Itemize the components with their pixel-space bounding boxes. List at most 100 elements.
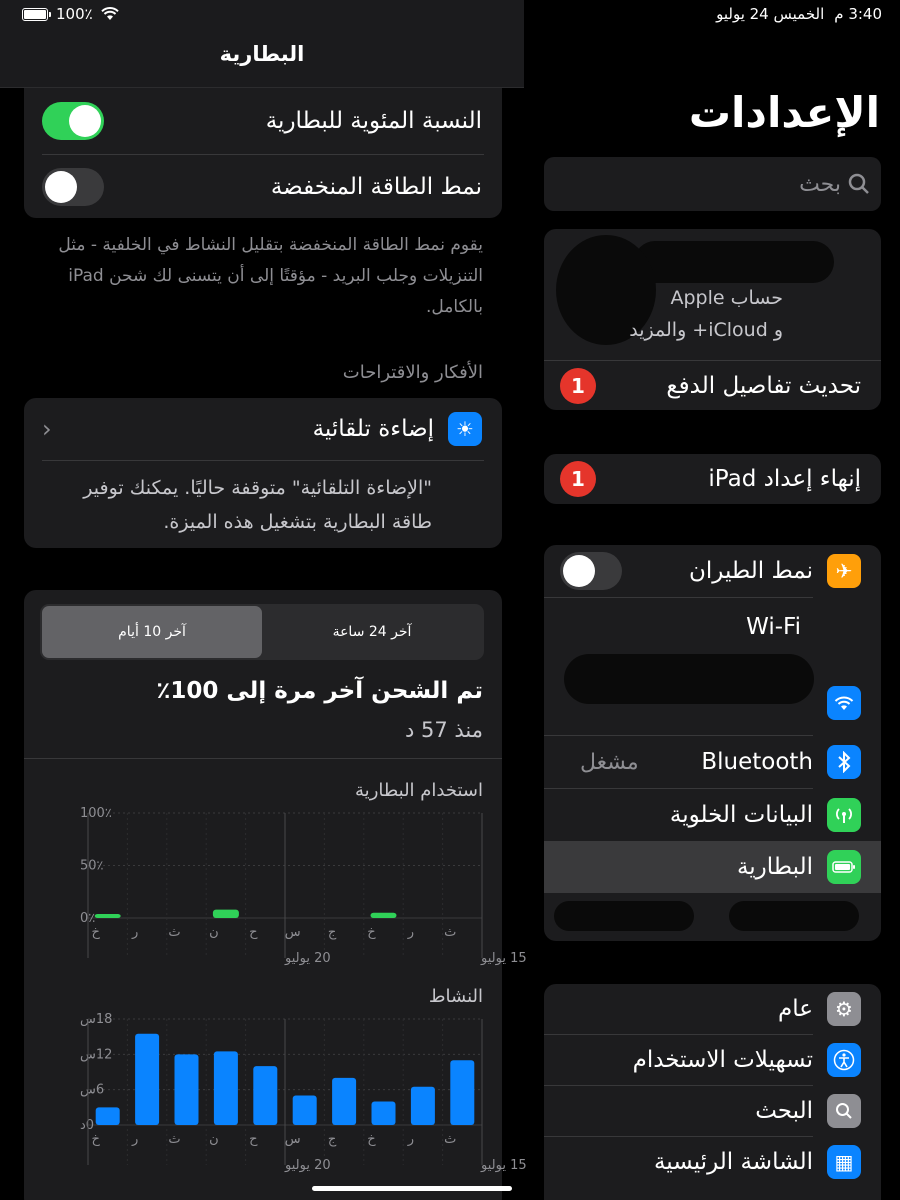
usage-bar <box>94 914 121 918</box>
activity-bar <box>371 1101 396 1125</box>
bluetooth-row[interactable]: Bluetooth مشغل <box>544 736 881 788</box>
accessibility-icon <box>827 1043 861 1077</box>
bluetooth-icon <box>827 745 861 779</box>
activity-y-tick-label: 18س <box>80 1012 112 1027</box>
apple-account-row[interactable]: حساب Apple و iCloud+ والمزيد <box>544 229 881 360</box>
wifi-row[interactable]: Wi-Fi <box>544 598 881 735</box>
usage-bar <box>212 909 239 918</box>
battery-detail-pane: النسبة المئوية للبطارية نمط الطاقة المنخ… <box>0 0 527 1200</box>
activity-y-tick-label: 12س <box>80 1047 112 1062</box>
usage-y-tick-label: 100٪ <box>80 806 112 821</box>
airplane-icon: ✈ <box>827 554 861 588</box>
low-power-toggle[interactable] <box>42 168 104 206</box>
activity-bar <box>253 1066 278 1125</box>
usage-x-tick-label: ر <box>131 925 138 940</box>
usage-x-tick-label: خ <box>91 925 100 940</box>
usage-date-label: 15 يوليو <box>480 951 527 966</box>
wifi-icon <box>827 686 861 720</box>
account-line-1: حساب Apple <box>670 287 783 309</box>
activity-y-tick-label: 6س <box>80 1083 104 1098</box>
low-power-row[interactable]: نمط الطاقة المنخفضة <box>24 155 502 218</box>
battery-percentage-label: النسبة المئوية للبطارية <box>265 108 482 134</box>
chevron-left-icon: ‹ <box>42 415 52 443</box>
update-payment-row[interactable]: تحديث تفاصيل الدفع 1 <box>544 361 881 410</box>
tab-last-10-days[interactable]: آخر 10 أيام <box>42 606 262 658</box>
usage-x-tick-label: س <box>285 925 301 940</box>
wifi-label: Wi-Fi <box>746 614 801 640</box>
search-icon <box>848 173 869 194</box>
activity-chart: 18س12س6س0دخ ر ث ن ح س ج خ ر ث20 يوليو 15 يوليو <box>80 1012 527 1173</box>
home-indicator <box>312 1186 512 1191</box>
redacted-item-right <box>729 901 859 931</box>
accessibility-row[interactable]: تسهيلات الاستخدام <box>544 1035 881 1085</box>
usage-x-tick-label: ج <box>328 925 337 940</box>
activity-bar <box>292 1095 317 1125</box>
cellular-label: البيانات الخلوية <box>669 802 813 828</box>
finish-setup-row[interactable]: إنهاء إعداد iPad 1 <box>544 454 881 504</box>
activity-bar <box>95 1107 120 1125</box>
usage-x-tick-label: ث <box>168 925 180 940</box>
general-group: ⚙ عام تسهيلات الاستخدام البحث ▦ الشاشة ا… <box>544 984 881 1200</box>
status-battery-percent: 100٪ <box>56 5 93 23</box>
activity-bar <box>135 1033 160 1125</box>
connectivity-group: ✈ نمط الطيران Wi-Fi Bluetooth مشغل البيا… <box>544 545 881 941</box>
auto-brightness-row[interactable]: ☀ إضاءة تلقائية ‹ <box>24 398 502 460</box>
activity-x-tick-label: ن <box>209 1132 219 1147</box>
status-battery-icon <box>22 7 51 21</box>
cellular-icon <box>827 798 861 832</box>
insights-header: الأفكار والاقتراحات <box>342 362 483 383</box>
time-range-segmented-control[interactable]: آخر 10 أيام آخر 24 ساعة <box>40 604 484 660</box>
status-time: 3:40 م <box>834 5 882 23</box>
usage-x-tick-label: ث <box>444 925 456 940</box>
bluetooth-label: Bluetooth <box>701 749 813 775</box>
activity-x-tick-label: خ <box>91 1132 100 1147</box>
usage-y-tick-label: 50٪ <box>80 859 104 874</box>
general-label: عام <box>778 996 813 1022</box>
brightness-icon: ☀ <box>448 412 482 446</box>
auto-brightness-note: "الإضاءة التلقائية" متوقفة حاليًا. يمكنك… <box>83 477 432 533</box>
accessibility-label: تسهيلات الاستخدام <box>632 1047 813 1073</box>
battery-icon <box>827 850 861 884</box>
search-settings-label: البحث <box>755 1098 813 1124</box>
search-settings-icon <box>827 1094 861 1128</box>
settings-search-field[interactable]: بحث <box>544 157 881 211</box>
usage-date-label: 20 يوليو <box>284 951 331 966</box>
home-screen-icon: ▦ <box>827 1145 861 1179</box>
activity-x-tick-label: س <box>285 1132 301 1147</box>
usage-x-tick-label: ر <box>407 925 414 940</box>
auto-brightness-label: إضاءة تلقائية <box>312 416 434 442</box>
status-date: الخميس 24 يوليو <box>716 5 825 23</box>
activity-bar <box>450 1060 475 1125</box>
airplane-mode-row[interactable]: ✈ نمط الطيران <box>544 545 881 597</box>
cellular-row[interactable]: البيانات الخلوية <box>544 789 881 841</box>
activity-x-tick-label: ر <box>131 1132 138 1147</box>
usage-x-tick-label: خ <box>367 925 376 940</box>
finish-setup-badge: 1 <box>560 461 596 497</box>
activity-y-tick-label: 0د <box>80 1118 94 1133</box>
usage-x-tick-label: ن <box>209 925 219 940</box>
search-settings-row[interactable]: البحث <box>544 1086 881 1136</box>
battery-row[interactable]: البطارية <box>544 841 881 893</box>
usage-bar <box>370 912 397 918</box>
status-wifi-icon <box>100 7 119 20</box>
low-power-label: نمط الطاقة المنخفضة <box>270 174 482 200</box>
home-screen-row[interactable]: ▦ الشاشة الرئيسية <box>544 1137 881 1187</box>
activity-x-tick-label: ث <box>444 1132 456 1147</box>
finish-setup-label: إنهاء إعداد iPad <box>708 466 861 492</box>
battery-label: البطارية <box>736 854 813 880</box>
airplane-mode-label: نمط الطيران <box>688 558 813 584</box>
last-charged-title: تم الشحن آخر مرة إلى 100٪ <box>156 678 483 704</box>
general-row[interactable]: ⚙ عام <box>544 984 881 1034</box>
redacted-item-left <box>554 901 694 931</box>
activity-x-tick-label: ث <box>168 1132 180 1147</box>
account-line-2: و iCloud+ والمزيد <box>629 319 783 341</box>
airplane-mode-toggle[interactable] <box>560 552 622 590</box>
activity-bar <box>332 1077 357 1125</box>
activity-x-tick-label: ر <box>407 1132 414 1147</box>
activity-x-tick-label: ج <box>328 1132 337 1147</box>
redacted-wifi-name <box>564 654 814 704</box>
battery-percentage-toggle[interactable] <box>42 102 104 140</box>
last-charged-subtitle: منذ 57 د <box>404 718 483 742</box>
insights-group: ☀ إضاءة تلقائية ‹ "الإضاءة التلقائية" مت… <box>24 398 502 548</box>
tab-last-24-hours[interactable]: آخر 24 ساعة <box>262 606 482 658</box>
